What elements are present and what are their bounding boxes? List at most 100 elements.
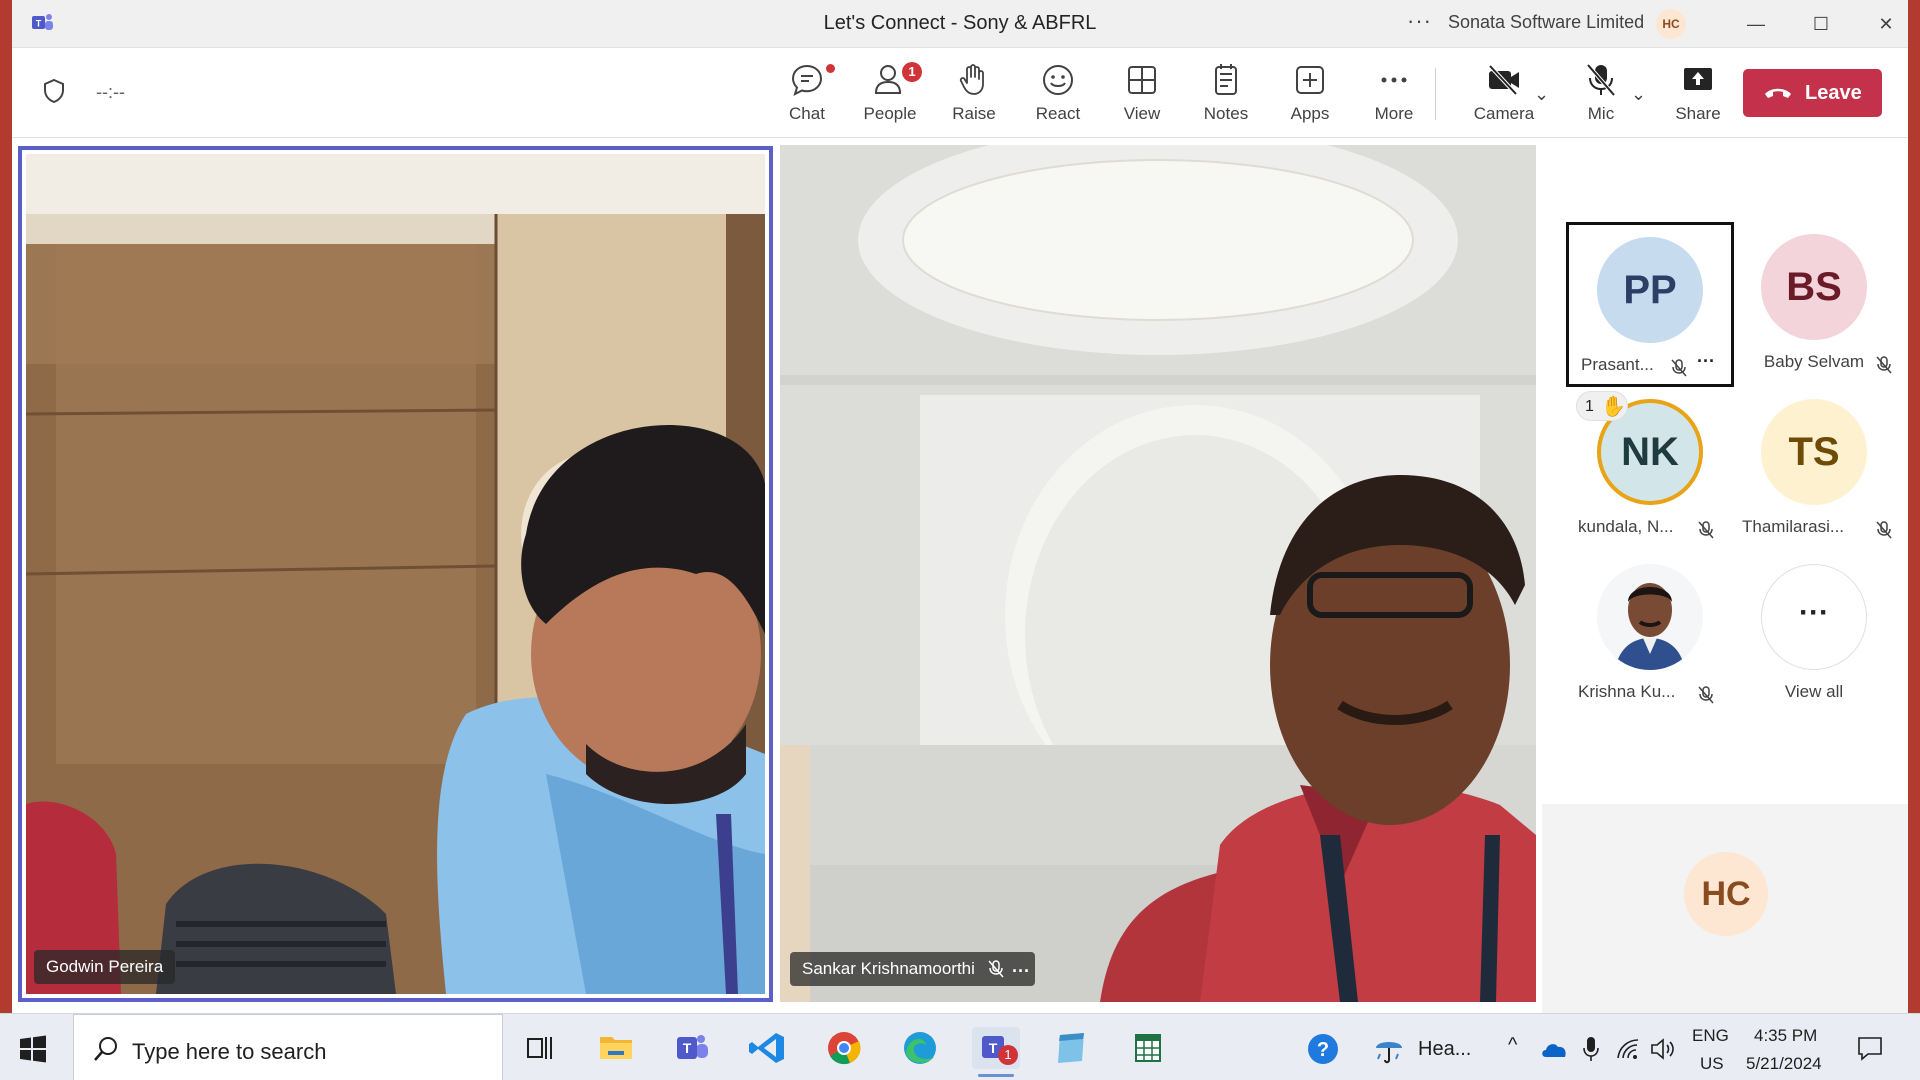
search-icon bbox=[94, 1037, 117, 1061]
people-badge: 1 bbox=[902, 62, 922, 82]
avatar: TS bbox=[1761, 399, 1867, 505]
help-icon[interactable]: ? bbox=[1306, 1032, 1340, 1066]
microphone-in-use-icon[interactable] bbox=[1582, 1036, 1600, 1062]
self-preview: HC bbox=[1542, 804, 1908, 1013]
participant-video bbox=[26, 154, 765, 994]
participant-tile-ts[interactable]: TS Thamilarasi... bbox=[1730, 387, 1898, 552]
mic-button[interactable]: Mic bbox=[1561, 62, 1641, 128]
avatar: BS bbox=[1761, 234, 1867, 340]
spreadsheet-app-icon[interactable] bbox=[1124, 1027, 1172, 1069]
meeting-toolbar: --:-- Chat 1 People Raise React View Not… bbox=[12, 48, 1908, 138]
file-explorer-icon[interactable] bbox=[592, 1027, 640, 1069]
input-region[interactable]: US bbox=[1700, 1054, 1724, 1074]
svg-text:T: T bbox=[989, 1040, 998, 1056]
participant-tile-nk[interactable]: NK 1 ✋ kundala, N... bbox=[1566, 387, 1734, 552]
video-tile-sankar[interactable]: Sankar Krishnamoorthi ··· bbox=[780, 145, 1536, 1002]
teams-taskbar-icon[interactable]: T bbox=[668, 1027, 716, 1069]
windows-start-icon[interactable] bbox=[18, 1034, 48, 1064]
notes-icon bbox=[1215, 64, 1237, 95]
weather-rain-icon[interactable] bbox=[1372, 1032, 1406, 1066]
self-avatar: HC bbox=[1684, 852, 1768, 936]
toolbar-divider bbox=[1435, 68, 1436, 120]
svg-text:?: ? bbox=[1317, 1039, 1329, 1061]
participant-name: Baby Selvam bbox=[1763, 352, 1865, 371]
title-more-button[interactable]: ··· bbox=[1407, 8, 1432, 34]
notes-label: Notes bbox=[1203, 104, 1249, 123]
camera-button[interactable]: Camera bbox=[1464, 62, 1544, 128]
apps-label: Apps bbox=[1290, 104, 1330, 123]
chat-label: Chat bbox=[789, 104, 825, 123]
share-label: Share bbox=[1675, 104, 1721, 123]
grid-view-icon bbox=[1128, 66, 1156, 94]
hand-icon: ✋ bbox=[1601, 396, 1626, 418]
view-all-label: View all bbox=[1784, 682, 1844, 701]
show-hidden-icons-chevron-icon[interactable]: ^ bbox=[1508, 1034, 1517, 1057]
camera-options-chevron-icon[interactable]: ⌄ bbox=[1534, 84, 1549, 105]
people-button[interactable]: 1 People bbox=[850, 62, 930, 128]
more-label: More bbox=[1374, 104, 1414, 123]
windows-taskbar: Type here to search T T 1 ? Hea... ^ ENG… bbox=[0, 1013, 1920, 1080]
more-button[interactable]: More bbox=[1354, 62, 1434, 128]
notification-center-icon[interactable] bbox=[1856, 1034, 1884, 1062]
taskbar-search-box[interactable]: Type here to search bbox=[73, 1014, 503, 1080]
participant-tile-bs[interactable]: BS Baby Selvam bbox=[1730, 222, 1898, 387]
raised-hand-badge: 1 ✋ bbox=[1576, 391, 1628, 421]
notepad-icon[interactable] bbox=[1048, 1027, 1096, 1069]
more-options-icon[interactable]: ··· bbox=[1012, 961, 1030, 982]
meeting-timer: --:-- bbox=[96, 82, 125, 102]
participant-tile-krishna[interactable]: Krishna Ku... bbox=[1566, 552, 1734, 717]
mic-label: Mic bbox=[1587, 104, 1615, 123]
react-button[interactable]: React bbox=[1018, 62, 1098, 128]
organization-name[interactable]: Sonata Software Limited bbox=[1448, 12, 1644, 33]
chat-button[interactable]: Chat bbox=[767, 62, 847, 128]
participant-tile-pp[interactable]: PP Prasant... ··· bbox=[1566, 222, 1734, 387]
profile-photo bbox=[1597, 564, 1703, 670]
shield-icon[interactable] bbox=[42, 78, 66, 104]
teams-active-taskbar-button[interactable]: T 1 bbox=[972, 1027, 1020, 1077]
user-avatar[interactable]: HC bbox=[1656, 9, 1686, 39]
add-app-icon bbox=[1296, 66, 1324, 94]
mic-off-icon bbox=[988, 960, 1004, 978]
clock-time[interactable]: 4:35 PM bbox=[1754, 1026, 1817, 1046]
maximize-button[interactable]: ☐ bbox=[1801, 10, 1841, 38]
teams-window: T Let's Connect - Sony & ABFRL ··· Sonat… bbox=[12, 0, 1908, 1013]
input-language[interactable]: ENG bbox=[1692, 1026, 1729, 1046]
mic-off-icon bbox=[1698, 521, 1714, 539]
mic-off-icon bbox=[1698, 686, 1714, 704]
vscode-icon[interactable] bbox=[744, 1027, 792, 1069]
hand-icon bbox=[959, 64, 984, 95]
video-tile-godwin[interactable]: Godwin Pereira bbox=[18, 146, 773, 1002]
teams-notification-badge: 1 bbox=[998, 1045, 1018, 1065]
view-all-icon: ··· bbox=[1761, 564, 1867, 670]
avatar: PP bbox=[1597, 237, 1703, 343]
close-button[interactable]: ✕ bbox=[1866, 10, 1906, 38]
onedrive-cloud-icon[interactable] bbox=[1540, 1040, 1568, 1058]
view-button[interactable]: View bbox=[1102, 62, 1182, 128]
raise-hand-button[interactable]: Raise bbox=[934, 62, 1014, 128]
clock-date[interactable]: 5/21/2024 bbox=[1746, 1054, 1822, 1074]
chrome-icon[interactable] bbox=[820, 1027, 868, 1069]
wifi-icon[interactable] bbox=[1616, 1038, 1640, 1060]
mic-options-chevron-icon[interactable]: ⌄ bbox=[1631, 84, 1646, 105]
apps-button[interactable]: Apps bbox=[1270, 62, 1350, 128]
leave-button[interactable]: Leave bbox=[1743, 69, 1882, 117]
weather-label[interactable]: Hea... bbox=[1418, 1038, 1471, 1061]
view-label: View bbox=[1123, 104, 1161, 123]
more-options-icon[interactable]: ··· bbox=[1697, 351, 1715, 372]
edge-icon[interactable] bbox=[896, 1027, 944, 1069]
svg-text:T: T bbox=[683, 1040, 692, 1056]
mic-off-icon bbox=[1876, 521, 1892, 539]
participant-roster: PP Prasant... ··· BS Baby Selvam NK 1 ✋ … bbox=[1540, 138, 1908, 1013]
notes-button[interactable]: Notes bbox=[1186, 62, 1266, 128]
chat-unread-dot bbox=[826, 64, 835, 73]
more-icon bbox=[1381, 77, 1407, 83]
raise-label: Raise bbox=[952, 104, 996, 123]
mic-off-icon bbox=[1586, 63, 1616, 97]
share-button[interactable]: Share bbox=[1658, 62, 1738, 128]
camera-off-icon bbox=[1488, 64, 1519, 96]
task-view-icon[interactable] bbox=[516, 1027, 564, 1069]
view-all-button[interactable]: ··· View all bbox=[1730, 552, 1898, 717]
avatar bbox=[1597, 564, 1703, 670]
volume-icon[interactable] bbox=[1650, 1037, 1676, 1061]
minimize-button[interactable]: — bbox=[1736, 10, 1776, 38]
